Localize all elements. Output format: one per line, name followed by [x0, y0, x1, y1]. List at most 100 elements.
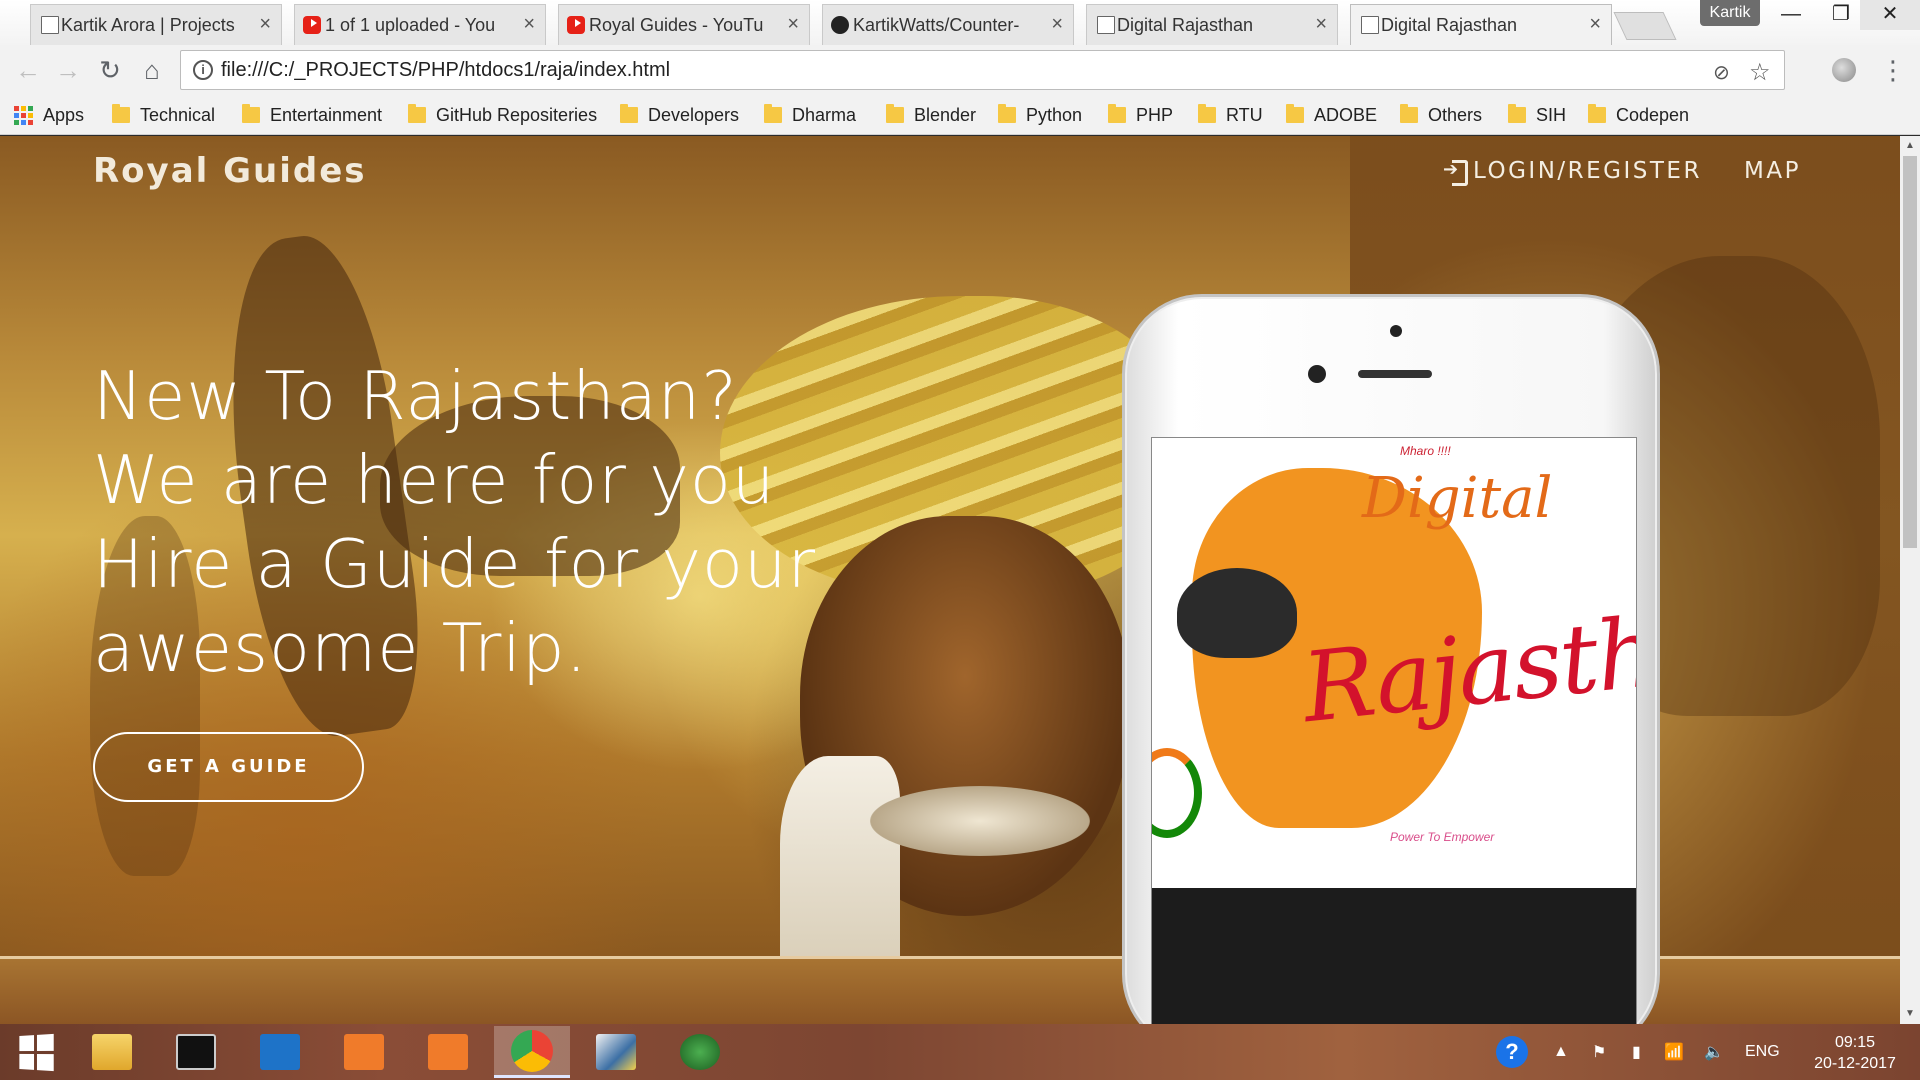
- address-bar[interactable]: i file:///C:/_PROJECTS/PHP/htdocs1/raja/…: [180, 50, 1785, 90]
- scroll-up-arrow[interactable]: ▲: [1900, 136, 1920, 156]
- show-hidden-icons[interactable]: ▲: [1553, 1024, 1569, 1080]
- tab-title: KartikWatts/Counter-: [853, 14, 1020, 35]
- bookmarks-bar: Apps Technical Entertainment GitHub Repo…: [0, 95, 1920, 135]
- folder-icon: [1108, 104, 1126, 123]
- file-explorer-icon: [92, 1034, 132, 1070]
- scroll-thumb[interactable]: [1903, 156, 1917, 548]
- bookmark-folder-developers[interactable]: Developers: [620, 102, 739, 128]
- menu-icon[interactable]: ⋮: [1880, 53, 1906, 87]
- bookmark-folder-technical[interactable]: Technical: [112, 102, 215, 128]
- bookmark-label: SIH: [1536, 104, 1567, 125]
- tab-kartik-arora-projects[interactable]: Kartik Arora | Projects ×: [30, 4, 282, 45]
- hero-section: Royal Guides LOGIN/REGISTER MAP New To R…: [0, 136, 1900, 1024]
- action-center-flag-icon[interactable]: ⚑: [1592, 1024, 1606, 1080]
- reload-button[interactable]: ↻: [92, 53, 128, 87]
- nav-map[interactable]: MAP: [1744, 158, 1801, 184]
- hero-line: New To Rajasthan?: [93, 357, 738, 435]
- bookmark-label: RTU: [1226, 104, 1263, 125]
- tab-digital-rajasthan[interactable]: Digital Rajasthan ×: [1086, 4, 1338, 45]
- minimize-button[interactable]: —: [1766, 0, 1816, 30]
- bookmark-folder-python[interactable]: Python: [998, 102, 1082, 128]
- taskbar-command-prompt[interactable]: [158, 1026, 234, 1078]
- login-icon: [1443, 159, 1468, 186]
- volume-icon[interactable]: 🔈: [1704, 1024, 1724, 1080]
- vertical-scrollbar[interactable]: ▲ ▼: [1900, 136, 1920, 1024]
- github-icon: [831, 16, 849, 34]
- vscode-icon: [260, 1034, 300, 1070]
- bookmark-folder-blender[interactable]: Blender: [886, 102, 976, 128]
- taskbar-download-manager[interactable]: [662, 1026, 738, 1078]
- windows-taskbar: ? ▲ ⚑ ▮ 📶 🔈 ENG 09:15 20-12-2017: [0, 1024, 1920, 1080]
- phone-speaker: [1358, 370, 1432, 378]
- tab-title: Digital Rajasthan: [1117, 14, 1254, 35]
- folder-icon: [1198, 104, 1216, 123]
- taskbar-screenshot-tool[interactable]: [410, 1026, 486, 1078]
- bookmark-folder-adobe[interactable]: ADOBE: [1286, 102, 1377, 128]
- close-icon[interactable]: ×: [1589, 14, 1601, 34]
- tab-digital-rajasthan-active[interactable]: Digital Rajasthan ×: [1350, 4, 1612, 45]
- brand-logo[interactable]: Royal Guides: [93, 151, 367, 191]
- bookmark-folder-rtu[interactable]: RTU: [1198, 102, 1263, 128]
- language-indicator[interactable]: ENG: [1745, 1024, 1780, 1080]
- tab-github-counter[interactable]: KartikWatts/Counter- ×: [822, 4, 1074, 45]
- taskbar-vscode[interactable]: [242, 1026, 318, 1078]
- translate-icon[interactable]: ⊘: [1713, 60, 1730, 85]
- folder-icon: [998, 104, 1016, 123]
- page-icon: [1097, 16, 1115, 34]
- home-button[interactable]: ⌂: [134, 53, 170, 87]
- tab-title: 1 of 1 uploaded - You: [325, 14, 496, 35]
- page-icon: [41, 16, 59, 34]
- nav-login-register[interactable]: LOGIN/REGISTER: [1443, 158, 1702, 186]
- bookmark-star-icon[interactable]: ☆: [1749, 58, 1771, 87]
- bookmark-apps[interactable]: Apps: [14, 102, 84, 128]
- start-button[interactable]: [0, 1026, 70, 1078]
- bookmark-folder-github[interactable]: GitHub Repositeries: [408, 102, 597, 128]
- bookmark-label: Dharma: [792, 104, 857, 125]
- taskbar-chrome[interactable]: [494, 1026, 570, 1078]
- bookmark-folder-php[interactable]: PHP: [1108, 102, 1173, 128]
- battery-icon[interactable]: ▮: [1632, 1024, 1641, 1080]
- bookmark-folder-codepen[interactable]: Codepen: [1588, 102, 1689, 128]
- help-icon[interactable]: ?: [1496, 1024, 1528, 1080]
- bookmark-folder-sih[interactable]: SIH: [1508, 102, 1566, 128]
- extension-icon[interactable]: [1832, 58, 1856, 82]
- close-window-button[interactable]: ✕: [1860, 0, 1920, 30]
- camera-icon: [428, 1034, 468, 1070]
- folder-icon: [1286, 104, 1304, 123]
- tab-youtube-upload[interactable]: 1 of 1 uploaded - You ×: [294, 4, 546, 45]
- tab-royal-guides-youtube[interactable]: Royal Guides - YouTu ×: [558, 4, 810, 45]
- scroll-down-arrow[interactable]: ▼: [1900, 1004, 1920, 1024]
- close-icon[interactable]: ×: [787, 14, 799, 34]
- bookmark-folder-dharma[interactable]: Dharma: [764, 102, 856, 128]
- network-signal-icon[interactable]: 📶: [1664, 1024, 1684, 1080]
- new-tab-button[interactable]: [1613, 12, 1677, 40]
- terminal-icon: [176, 1034, 216, 1070]
- profile-button[interactable]: Kartik: [1700, 0, 1760, 26]
- close-icon[interactable]: ×: [523, 14, 535, 34]
- nav-label: LOGIN/REGISTER: [1473, 158, 1702, 184]
- taskbar-python[interactable]: [578, 1026, 654, 1078]
- taskbar-screen-recorder[interactable]: [326, 1026, 402, 1078]
- folder-icon: [1588, 104, 1606, 123]
- taskbar-file-explorer[interactable]: [74, 1026, 150, 1078]
- folder-icon: [112, 104, 130, 123]
- moustache-painting: [870, 786, 1090, 856]
- back-button[interactable]: ←: [10, 53, 46, 87]
- forward-button[interactable]: →: [50, 53, 86, 87]
- close-icon[interactable]: ×: [1315, 14, 1327, 34]
- shirt-painting: [780, 756, 900, 976]
- get-a-guide-button[interactable]: GET A GUIDE: [93, 732, 364, 802]
- info-icon[interactable]: i: [193, 60, 213, 80]
- hero-heading: New To Rajasthan? We are here for you Hi…: [93, 354, 817, 690]
- bookmark-folder-others[interactable]: Others: [1400, 102, 1482, 128]
- bookmark-label: Entertainment: [270, 104, 383, 125]
- youtube-icon: [303, 16, 321, 34]
- bookmark-folder-entertainment[interactable]: Entertainment: [242, 102, 382, 128]
- url-text[interactable]: file:///C:/_PROJECTS/PHP/htdocs1/raja/in…: [221, 59, 670, 82]
- system-clock[interactable]: 09:15 20-12-2017: [1800, 1032, 1910, 1074]
- hero-line: Hire a Guide for your: [93, 525, 817, 603]
- close-icon[interactable]: ×: [1051, 14, 1063, 34]
- close-icon[interactable]: ×: [259, 14, 271, 34]
- apps-icon: [14, 105, 33, 125]
- restore-button[interactable]: ❐: [1816, 0, 1866, 30]
